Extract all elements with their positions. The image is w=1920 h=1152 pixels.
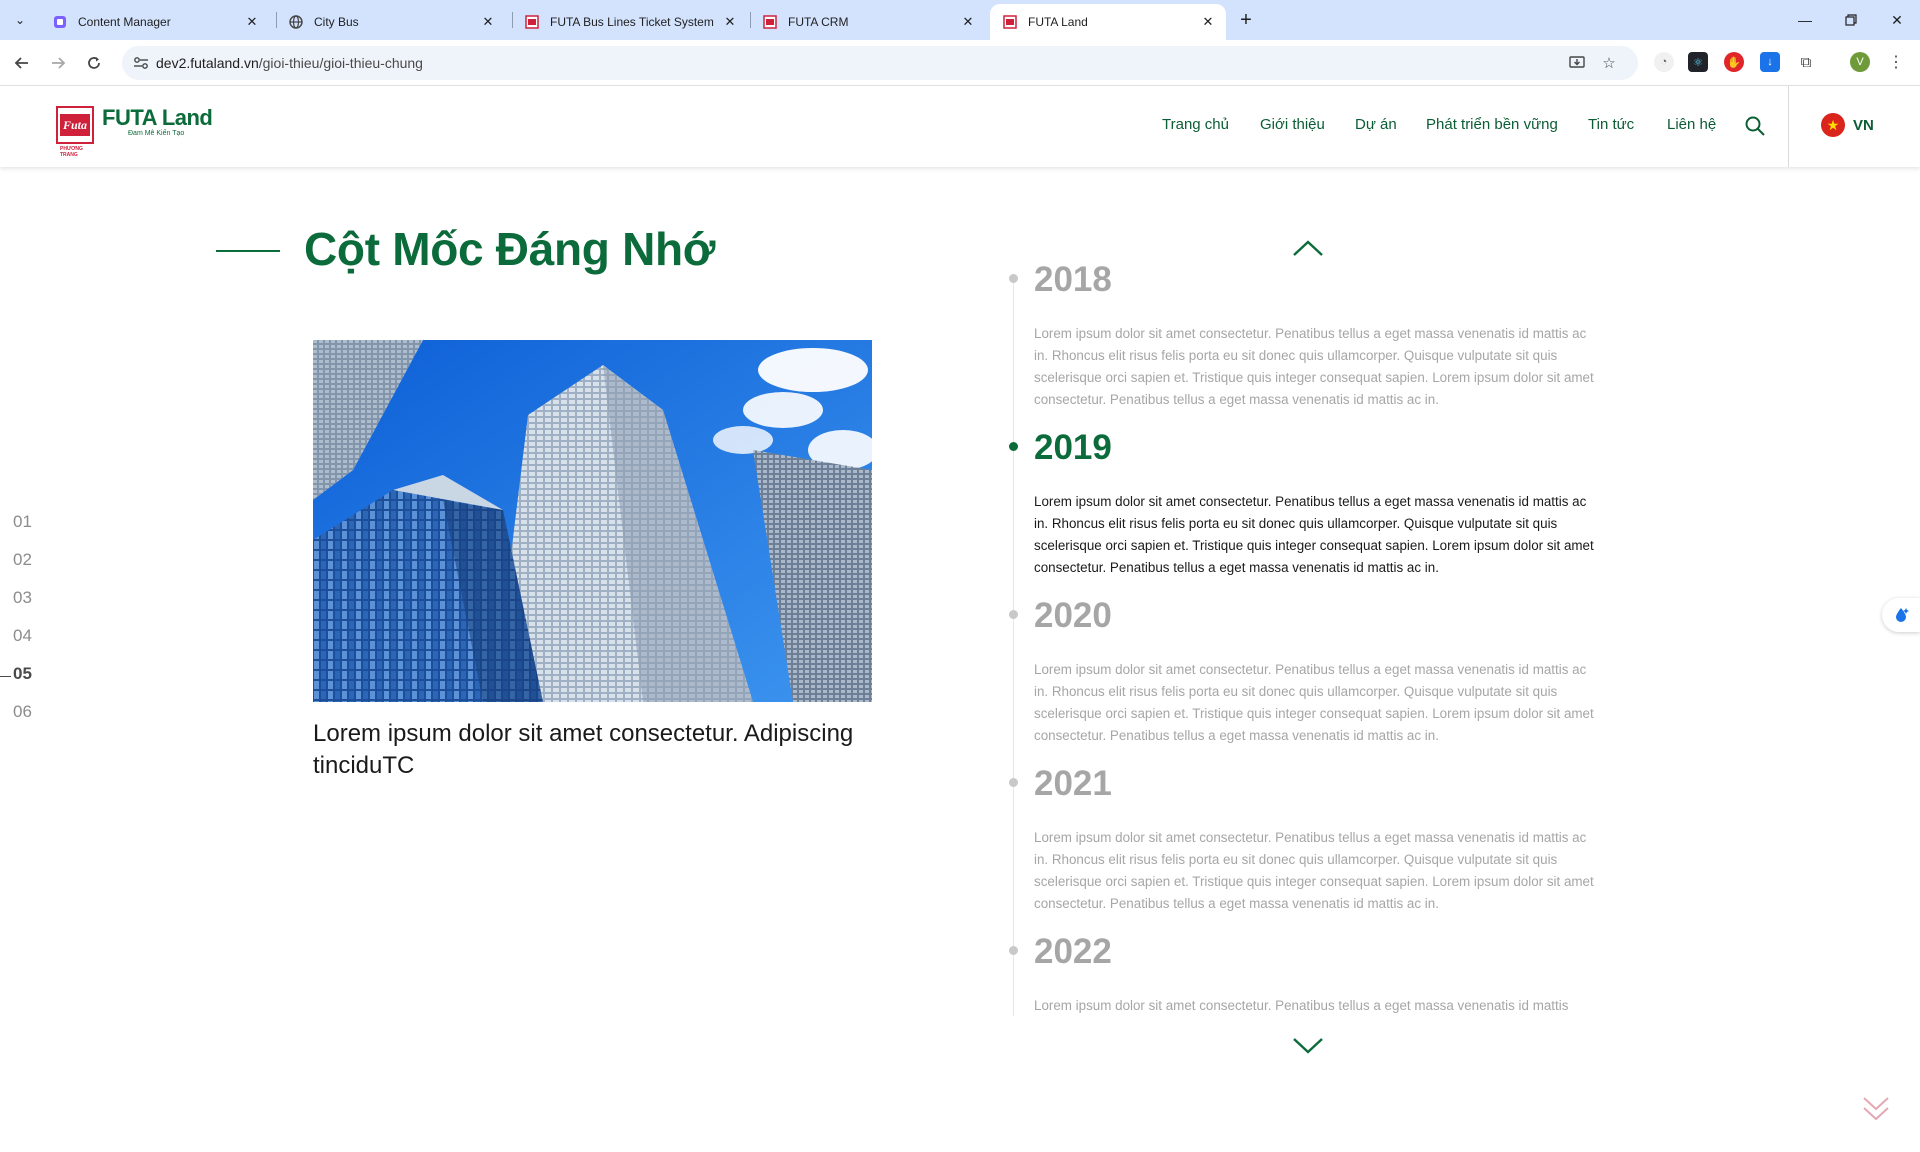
chevron-up-icon[interactable] [1292, 238, 1324, 258]
tab-title: FUTA CRM [788, 15, 849, 29]
futa-favicon-icon [524, 14, 540, 30]
tab-close-icon[interactable]: ✕ [480, 14, 496, 30]
tab-search-icon[interactable]: ⌄ [8, 8, 32, 32]
minimize-icon[interactable]: — [1782, 0, 1828, 40]
download-extension-icon[interactable]: ↓ [1760, 52, 1780, 72]
url-host: dev2.futaland.vn [156, 55, 259, 71]
logo-name: FUTA Land [102, 105, 213, 130]
milestone-caption: Lorem ipsum dolor sit amet consectetur. … [313, 720, 854, 779]
timeline-dot [1009, 274, 1018, 283]
nav-item-phat-trien-ben-vung[interactable]: Phát triển bền vững [1426, 116, 1558, 133]
pager-item[interactable]: 03 [13, 588, 32, 608]
skyscraper-image [313, 340, 872, 702]
site-header: Futa PHƯƠNG TRANG FUTA Land Đam Mê Kiến … [0, 86, 1920, 167]
pager-item[interactable]: 04 [13, 626, 32, 646]
timeline-dot [1009, 946, 1018, 955]
url-path: /gioi-thieu/gioi-thieu-chung [258, 55, 423, 71]
tab-close-icon[interactable]: ✕ [960, 14, 976, 30]
bookmark-star-icon[interactable]: ☆ [1600, 54, 1618, 72]
timeline-text: Lorem ipsum dolor sit amet consectetur. … [1034, 998, 1569, 1013]
pager-item[interactable]: 01 [13, 512, 32, 532]
tab-close-icon[interactable]: ✕ [1200, 14, 1216, 30]
browser-tab[interactable]: FUTA CRM ✕ [750, 4, 986, 40]
nav-item-tin-tuc[interactable]: Tin tức [1588, 116, 1634, 133]
tab-title: Content Manager [78, 15, 171, 29]
timeline-text: Lorem ipsum dolor sit amet consectetur. … [1034, 830, 1594, 911]
extensions-puzzle-icon[interactable]: ⧉ [1796, 52, 1816, 72]
new-tab-icon[interactable]: + [1234, 8, 1258, 32]
timeline-dot [1009, 610, 1018, 619]
site-info-icon[interactable] [132, 54, 150, 72]
pager-item[interactable]: 02 [13, 550, 32, 570]
logo-mark-icon: Futa PHƯƠNG TRANG [56, 106, 94, 158]
browser-tab[interactable]: Content Manager ✕ [40, 4, 270, 40]
logo-tagline: Đam Mê Kiến Tạo [128, 130, 185, 137]
timeline-line [1013, 280, 1014, 1016]
browser-tab-strip: ⌄ Content Manager ✕ City Bus ✕ FUTA Bus … [0, 0, 1920, 40]
browser-toolbar: dev2.futaland.vn/gioi-thieu/gioi-thieu-c… [0, 40, 1920, 86]
close-window-icon[interactable]: ✕ [1874, 0, 1920, 40]
content-manager-favicon-icon [52, 14, 68, 30]
nav-item-lien-he[interactable]: Liên hệ [1667, 116, 1716, 133]
timeline-year: 2019 [1034, 428, 1112, 467]
header-divider [1788, 86, 1789, 167]
section-title-line [216, 250, 280, 252]
nav-item-trang-chu[interactable]: Trang chủ [1162, 116, 1229, 133]
logo-sub-text: PHƯƠNG TRANG [60, 146, 83, 158]
milestone-photo [313, 340, 872, 702]
futa-land-logo[interactable]: Futa PHƯƠNG TRANG FUTA Land Đam Mê Kiến … [56, 105, 213, 158]
tab-title: FUTA Bus Lines Ticket System [550, 15, 714, 29]
back-icon[interactable] [10, 51, 34, 75]
logo-wordmark: FUTA Land Đam Mê Kiến Tạo [102, 105, 213, 138]
timeline-dot [1009, 778, 1018, 787]
tab-close-icon[interactable]: ✕ [722, 14, 738, 30]
futa-favicon-icon [1002, 14, 1018, 30]
language-switcher[interactable]: ★ VN [1821, 113, 1874, 137]
browser-menu-icon[interactable]: ⋮ [1886, 52, 1906, 72]
timeline-text: Lorem ipsum dolor sit amet consectetur. … [1034, 326, 1594, 407]
reload-icon[interactable] [82, 51, 106, 75]
logo-name-prefix: FUTA [102, 105, 157, 130]
browser-tab[interactable]: City Bus ✕ [276, 4, 506, 40]
futa-favicon-icon [762, 14, 778, 30]
timeline-text: Lorem ipsum dolor sit amet consectetur. … [1034, 662, 1594, 743]
timeline-year: 2021 [1034, 764, 1112, 803]
restore-icon[interactable] [1828, 0, 1874, 40]
floating-assistant-icon[interactable] [1882, 598, 1920, 632]
nav-item-gioi-thieu[interactable]: Giới thiệu [1260, 116, 1325, 133]
timeline-year: 2018 [1034, 260, 1112, 299]
url-text: dev2.futaland.vn/gioi-thieu/gioi-thieu-c… [156, 55, 423, 71]
forward-icon[interactable] [46, 51, 70, 75]
timeline-dot-active [1009, 442, 1018, 451]
language-label: VN [1853, 116, 1874, 134]
logo-name-suffix: Land [156, 105, 213, 130]
logo-mark-text: Futa [60, 114, 90, 136]
extension-icon[interactable]: ◔ [1654, 52, 1674, 72]
pager-item[interactable]: 06 [13, 702, 32, 722]
browser-tab[interactable]: FUTA Bus Lines Ticket System ✕ [512, 4, 748, 40]
vietnam-flag-icon: ★ [1821, 113, 1845, 137]
react-devtools-icon[interactable]: ⚛ [1688, 52, 1708, 72]
adblock-icon[interactable]: ✋ [1724, 52, 1744, 72]
install-app-icon[interactable] [1568, 54, 1586, 72]
timeline-year: 2022 [1034, 932, 1112, 971]
timeline-text: Lorem ipsum dolor sit amet consectetur. … [1034, 494, 1594, 575]
chevron-down-icon[interactable] [1292, 1036, 1324, 1056]
nav-item-du-an[interactable]: Dự án [1355, 116, 1397, 133]
timeline: 2018 Lorem ipsum dolor sit amet consecte… [1000, 240, 1620, 1016]
section-title: Cột Mốc Đáng Nhớ [304, 223, 716, 275]
timeline-year: 2020 [1034, 596, 1112, 635]
double-chevron-down-icon[interactable] [1862, 1094, 1890, 1124]
address-bar[interactable]: dev2.futaland.vn/gioi-thieu/gioi-thieu-c… [122, 46, 1638, 80]
tab-close-icon[interactable]: ✕ [244, 14, 260, 30]
tab-title: City Bus [314, 15, 359, 29]
pager-item-label: 05 [13, 664, 32, 683]
browser-tab-active[interactable]: FUTA Land ✕ [990, 4, 1226, 40]
pager-active-dash [0, 676, 11, 677]
search-icon[interactable] [1744, 115, 1766, 137]
tab-title: FUTA Land [1028, 15, 1088, 29]
profile-avatar[interactable]: V [1850, 52, 1870, 72]
globe-icon [288, 14, 304, 30]
